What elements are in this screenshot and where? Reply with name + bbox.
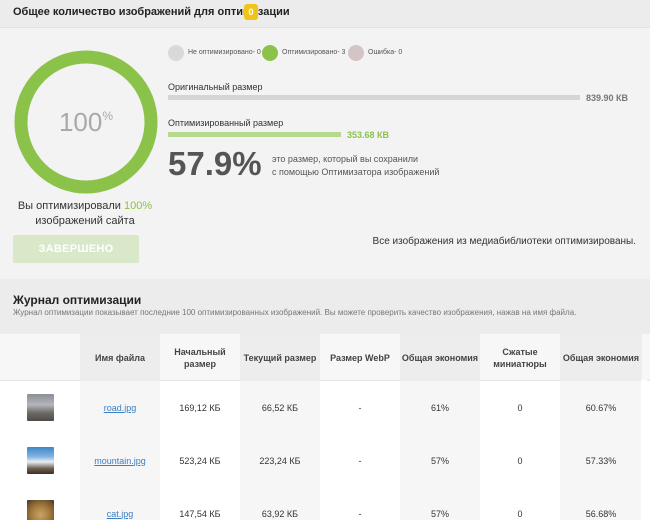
total-saving-cell: 57.33% [560,434,642,487]
column-initial-size: Начальный размер [174,346,226,369]
webp-size-cell: - [358,508,362,519]
column-current-size: Текущий размер [240,334,320,381]
optimized-size-label: Оптимизированный размер [168,118,284,128]
journal-title: Журнал оптимизации [13,293,142,307]
journal-description: Журнал оптимизации показывает последние … [13,308,577,317]
optimization-table: Имя файла Начальный размер Текущий разме… [0,334,650,520]
initial-size-cell: 147,54 КБ [179,508,221,519]
column-webp-size: Размер WebP [330,352,390,363]
saving-cell: 57% [400,487,480,520]
optimized-size-bar [168,132,341,137]
total-saving-cell: 60.67% [560,381,642,434]
file-link-mountain[interactable]: mountain.jpg [94,456,146,466]
thumbnails-cell: 0 [517,508,523,519]
original-size-value: 839.90 КВ [586,93,629,103]
summary-panel: 100% Вы оптимизировали 100% изображений … [0,29,650,279]
count-badge: 0 [244,4,258,20]
thumbnails-cell: 0 [517,402,523,413]
thumbnails-cell: 0 [517,455,523,466]
webp-size-cell: - [358,402,362,413]
table-row: road.jpg 169,12 КБ 66,52 КБ - 61% 0 60.6… [0,381,650,434]
file-name-cell: cat.jpg [80,487,160,520]
original-size-bar [168,95,580,100]
column-file-name: Имя файла [80,334,160,381]
legend-dot-icon [168,45,184,61]
progress-ring: 100% [13,49,159,195]
saving-cell: 61% [400,381,480,434]
file-name-cell: mountain.jpg [80,434,160,487]
optimized-caption: Вы оптимизировали 100% изображений сайта [17,200,153,227]
webp-size-cell: - [358,455,362,466]
total-saving-cell: 56.68% [560,487,642,520]
journal-section: Журнал оптимизации Журнал оптимизации по… [0,279,650,334]
original-size-label: Оригинальный размер [168,82,263,92]
mountain-thumbnail[interactable] [26,447,54,474]
road-thumbnail[interactable] [26,394,54,421]
table-header: Имя файла Начальный размер Текущий разме… [0,334,650,381]
initial-size-cell: 169,12 КБ [179,402,221,413]
legend-dot-icon [262,45,278,61]
column-total-saving: Общая экономия [560,334,642,381]
thumbnail-cell [0,487,80,520]
optimized-size-value: 353.68 КВ [347,130,390,140]
legend-dot-icon [348,45,364,61]
saved-description: это размер, который вы сохранили с помощ… [272,154,440,177]
column-saving: Общая экономия [400,334,480,381]
header-bar: Общее количество изображений для оптимиз… [0,0,650,28]
table-row: mountain.jpg 523,24 КБ 223,24 КБ - 57% 0… [0,434,650,487]
file-name-cell: road.jpg [80,381,160,434]
initial-size-cell: 523,24 КБ [179,455,221,466]
all-optimized-message: Все изображения из медиабиблиотеки оптим… [372,236,636,247]
current-size-cell: 66,52 КБ [240,381,320,434]
table-scrollbar[interactable] [641,380,647,520]
current-size-cell: 63,92 КБ [240,487,320,520]
cat-thumbnail[interactable] [26,500,54,520]
completed-button[interactable]: ЗАВЕРШЕНО [13,235,139,263]
file-link-road[interactable]: road.jpg [104,403,137,413]
thumbnail-cell [0,434,80,487]
column-thumbnail [0,334,80,381]
thumbnail-cell [0,381,80,434]
saving-cell: 57% [400,434,480,487]
column-compressed-thumbnails: Сжатые миниатюры [493,346,547,369]
table-row: cat.jpg 147,54 КБ 63,92 КБ - 57% 0 56.68… [0,487,650,520]
saved-percent: 57.9% [168,145,262,182]
progress-percent: 100% [58,107,114,137]
file-link-cat[interactable]: cat.jpg [107,509,134,519]
current-size-cell: 223,24 КБ [240,434,320,487]
